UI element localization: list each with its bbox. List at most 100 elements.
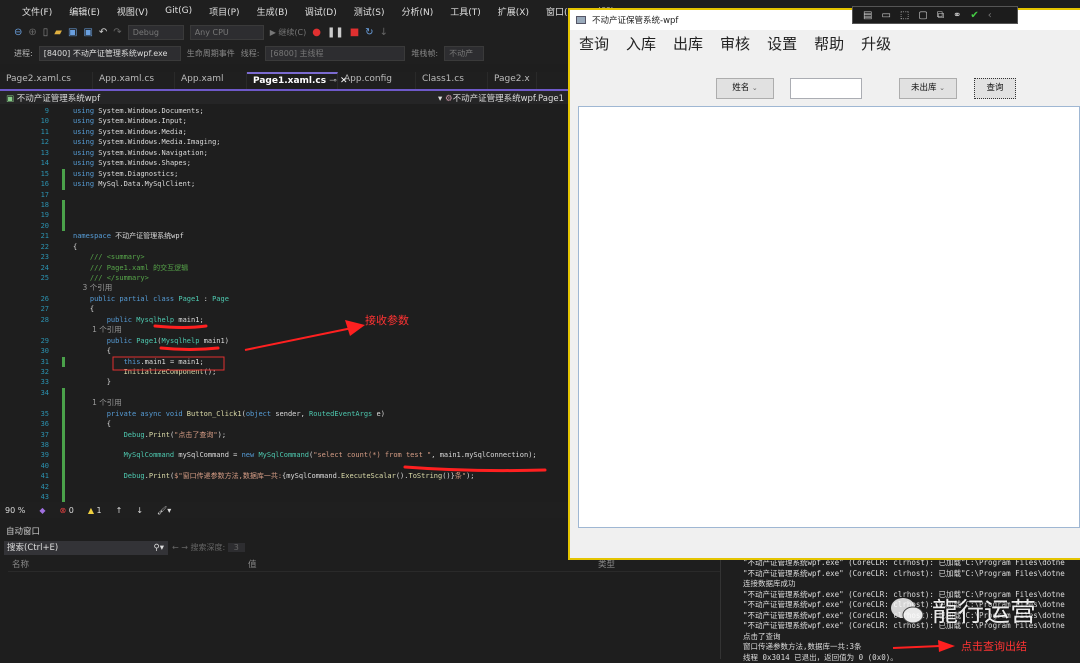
live-visual-tree-icon[interactable]: ▤ <box>863 10 872 21</box>
hot-reload-ok-icon[interactable]: ✔ <box>970 10 978 21</box>
lifecycle-events-button[interactable]: 生命周期事件 <box>187 48 235 59</box>
code-line[interactable]: 34 <box>0 388 570 398</box>
search-icon[interactable]: ⚲▾ <box>154 541 165 555</box>
menu-edit[interactable]: 编辑(E) <box>69 5 100 18</box>
configuration-select[interactable]: Debug <box>128 25 184 40</box>
tab-class1-cs[interactable]: Class1.cs <box>416 72 488 89</box>
column-value[interactable]: 值 <box>248 558 598 571</box>
code-line[interactable]: 13using System.Windows.Navigation; <box>0 148 570 158</box>
tab-app-config[interactable]: App.config <box>338 72 416 89</box>
code-line[interactable]: 35 private async void Button_Click1(obje… <box>0 409 570 419</box>
warnings-indicator[interactable]: ▲ 1 <box>88 506 102 515</box>
process-select[interactable]: [8400] 不动产证管理系统wpf.exe <box>39 46 181 61</box>
code-line[interactable]: 23 /// <summary> <box>0 252 570 262</box>
code-line[interactable]: 18 <box>0 200 570 210</box>
code-line[interactable]: 11using System.Windows.Media; <box>0 127 570 137</box>
code-line[interactable]: 16using MySql.Data.MySqlClient; <box>0 179 570 189</box>
code-line[interactable]: 17 <box>0 190 570 200</box>
select-element-icon[interactable]: ⬚ <box>900 10 909 21</box>
search-depth-select[interactable]: 3 <box>228 543 245 552</box>
code-line[interactable]: 36 { <box>0 419 570 429</box>
wpf-menu-stock-out[interactable]: 出库 <box>673 33 703 54</box>
results-grid[interactable] <box>578 106 1080 528</box>
code-line[interactable]: 42 <box>0 482 570 492</box>
tab-page1-xaml-cs[interactable]: Page1.xaml.cs ⊸ ✕ <box>247 72 338 89</box>
stack-frame-select[interactable]: 不动产证 <box>444 46 484 61</box>
save-all-icon[interactable]: ▣ <box>83 27 92 38</box>
undo-icon[interactable]: ↶ <box>99 27 107 38</box>
code-line[interactable]: 43 <box>0 492 570 502</box>
code-line[interactable]: 37 Debug.Print("点击了查询"); <box>0 430 570 440</box>
code-line[interactable]: 32 InitializeComponent(); <box>0 367 570 377</box>
wpf-menu-upgrade[interactable]: 升级 <box>861 33 891 54</box>
code-line[interactable]: 39 MySqlCommand mySqlCommand = new MySql… <box>0 450 570 460</box>
project-dropdown[interactable]: ▣ 不动产证管理系统wpf <box>6 92 100 104</box>
code-line[interactable]: 20 <box>0 221 570 231</box>
wpf-menu-review[interactable]: 审核 <box>720 33 750 54</box>
menu-extensions[interactable]: 扩展(X) <box>498 5 529 18</box>
menu-build[interactable]: 生成(B) <box>257 5 288 18</box>
save-icon[interactable]: ▣ <box>68 27 77 38</box>
wpf-menu-stock-in[interactable]: 入库 <box>626 33 656 54</box>
code-line[interactable]: 27 { <box>0 304 570 314</box>
copilot-icon[interactable]: ◆ <box>39 506 45 515</box>
code-line[interactable]: 19 <box>0 210 570 220</box>
tab-app-xaml-cs[interactable]: App.xaml.cs <box>93 72 175 89</box>
pin-icon[interactable]: ⊸ <box>329 76 337 86</box>
status-combo[interactable]: 未出库 ⌄ <box>899 78 957 99</box>
step-into-icon[interactable]: ↓ <box>380 27 388 38</box>
code-line[interactable]: 26 public partial class Page1 : Page <box>0 294 570 304</box>
search-input[interactable] <box>790 78 862 99</box>
menu-debug[interactable]: 调试(D) <box>305 5 337 18</box>
tab-page2-x[interactable]: Page2.x <box>488 72 537 89</box>
redo-icon[interactable]: ↷ <box>113 27 121 38</box>
code-line[interactable]: 31 this.main1 = main1; <box>0 357 570 367</box>
menu-git[interactable]: Git(G) <box>165 6 192 16</box>
code-line[interactable]: 1 个引用 <box>0 398 570 408</box>
code-line[interactable]: 25 /// </summary> <box>0 273 570 283</box>
pause-icon[interactable]: ❚❚ <box>327 27 344 38</box>
menu-view[interactable]: 视图(V) <box>117 5 148 18</box>
zoom-level[interactable]: 90 % <box>5 506 25 515</box>
code-line[interactable]: 1 个引用 <box>0 325 570 335</box>
up-arrow-icon[interactable]: ↑ <box>116 506 123 515</box>
code-line[interactable]: 22{ <box>0 242 570 252</box>
menu-tools[interactable]: 工具(T) <box>450 5 481 18</box>
code-line[interactable]: 21namespace 不动产证管理系统wpf <box>0 231 570 241</box>
wpf-menu-query[interactable]: 查询 <box>579 33 609 54</box>
column-name[interactable]: 名称 <box>8 558 248 571</box>
class-dropdown[interactable]: ▾ ⚙不动产证管理系统wpf.Page1 <box>438 92 564 104</box>
code-line[interactable]: 28 public Mysqlhelp main1; <box>0 315 570 325</box>
code-line[interactable]: 38 <box>0 440 570 450</box>
open-folder-icon[interactable]: ▰ <box>54 27 62 38</box>
field-combo[interactable]: 姓名 ⌄ <box>716 78 774 99</box>
restart-icon[interactable]: ↻ <box>365 27 373 38</box>
wpf-menu-help[interactable]: 帮助 <box>814 33 844 54</box>
camera-icon[interactable]: ▭ <box>881 10 890 21</box>
wpf-menu-settings[interactable]: 设置 <box>767 33 797 54</box>
tab-page2-xaml-cs[interactable]: Page2.xaml.cs <box>0 72 93 89</box>
menu-file[interactable]: 文件(F) <box>22 5 52 18</box>
code-line[interactable]: 41 Debug.Print($"窗口传递参数方法,数据库一共:{mySqlCo… <box>0 471 570 481</box>
tab-app-xaml[interactable]: App.xaml <box>175 72 247 89</box>
code-line[interactable]: 40 <box>0 461 570 471</box>
errors-indicator[interactable]: ⊗ 0 <box>59 506 73 515</box>
autos-search-input[interactable]: 搜索(Ctrl+E)⚲▾ <box>4 541 168 555</box>
cleanup-brush-icon[interactable]: 🖌▾ <box>157 506 171 515</box>
code-line[interactable]: 14using System.Windows.Shapes; <box>0 158 570 168</box>
code-line[interactable]: 24 /// Page1.xaml 的交互逻辑 <box>0 263 570 273</box>
code-line[interactable]: 15using System.Diagnostics; <box>0 169 570 179</box>
platform-select[interactable]: Any CPU <box>190 25 264 40</box>
code-line[interactable]: 33 } <box>0 377 570 387</box>
code-line[interactable]: 3 个引用 <box>0 283 570 293</box>
menu-test[interactable]: 测试(S) <box>354 5 385 18</box>
code-line[interactable]: 10using System.Windows.Input; <box>0 116 570 126</box>
display-layout-adorners-icon[interactable]: ▢ <box>918 10 927 21</box>
query-button[interactable]: 查询 <box>974 78 1016 99</box>
menu-project[interactable]: 项目(P) <box>209 5 239 18</box>
code-line[interactable]: 30 { <box>0 346 570 356</box>
binding-failures-icon[interactable]: ⚭ <box>953 10 961 21</box>
down-arrow-icon[interactable]: ↓ <box>136 506 143 515</box>
code-line[interactable]: 29 public Page1(Mysqlhelp main1) <box>0 336 570 346</box>
code-editor[interactable]: 9using System.Windows.Documents;10using … <box>0 104 570 502</box>
